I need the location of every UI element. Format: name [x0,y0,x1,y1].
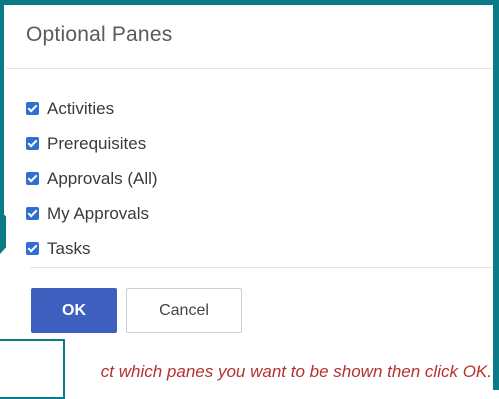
pane-checklist: Activities Prerequisites Approvals (All)… [26,91,158,266]
option-label: Tasks [47,238,91,258]
option-label: My Approvals [47,203,150,223]
option-label: Approvals (All) [47,168,158,188]
dialog-title: Optional Panes [26,23,173,46]
callout-frame-left [0,0,4,216]
instruction-text: ct which panes you want to be shown then… [100,362,492,381]
option-prerequisites[interactable]: Prerequisites [26,126,158,161]
title-divider [6,68,493,69]
checkbox-checked-icon[interactable] [26,137,39,150]
option-activities[interactable]: Activities [26,91,158,126]
checkbox-checked-icon[interactable] [26,172,39,185]
checkbox-checked-icon[interactable] [26,207,39,220]
cancel-button[interactable]: Cancel [126,288,242,333]
footer-divider [30,267,493,268]
option-label: Prerequisites [47,133,147,153]
checkbox-checked-icon[interactable] [26,242,39,255]
option-label: Activities [47,98,115,118]
option-my-approvals[interactable]: My Approvals [26,196,158,231]
callout-frame-right [493,0,499,390]
optional-panes-dialog: Optional Panes Activities Prerequisites … [6,5,493,390]
option-tasks[interactable]: Tasks [26,231,158,266]
ok-button[interactable]: OK [31,288,117,333]
checkbox-checked-icon[interactable] [26,102,39,115]
callout-box [0,339,65,399]
option-approvals-all[interactable]: Approvals (All) [26,161,158,196]
